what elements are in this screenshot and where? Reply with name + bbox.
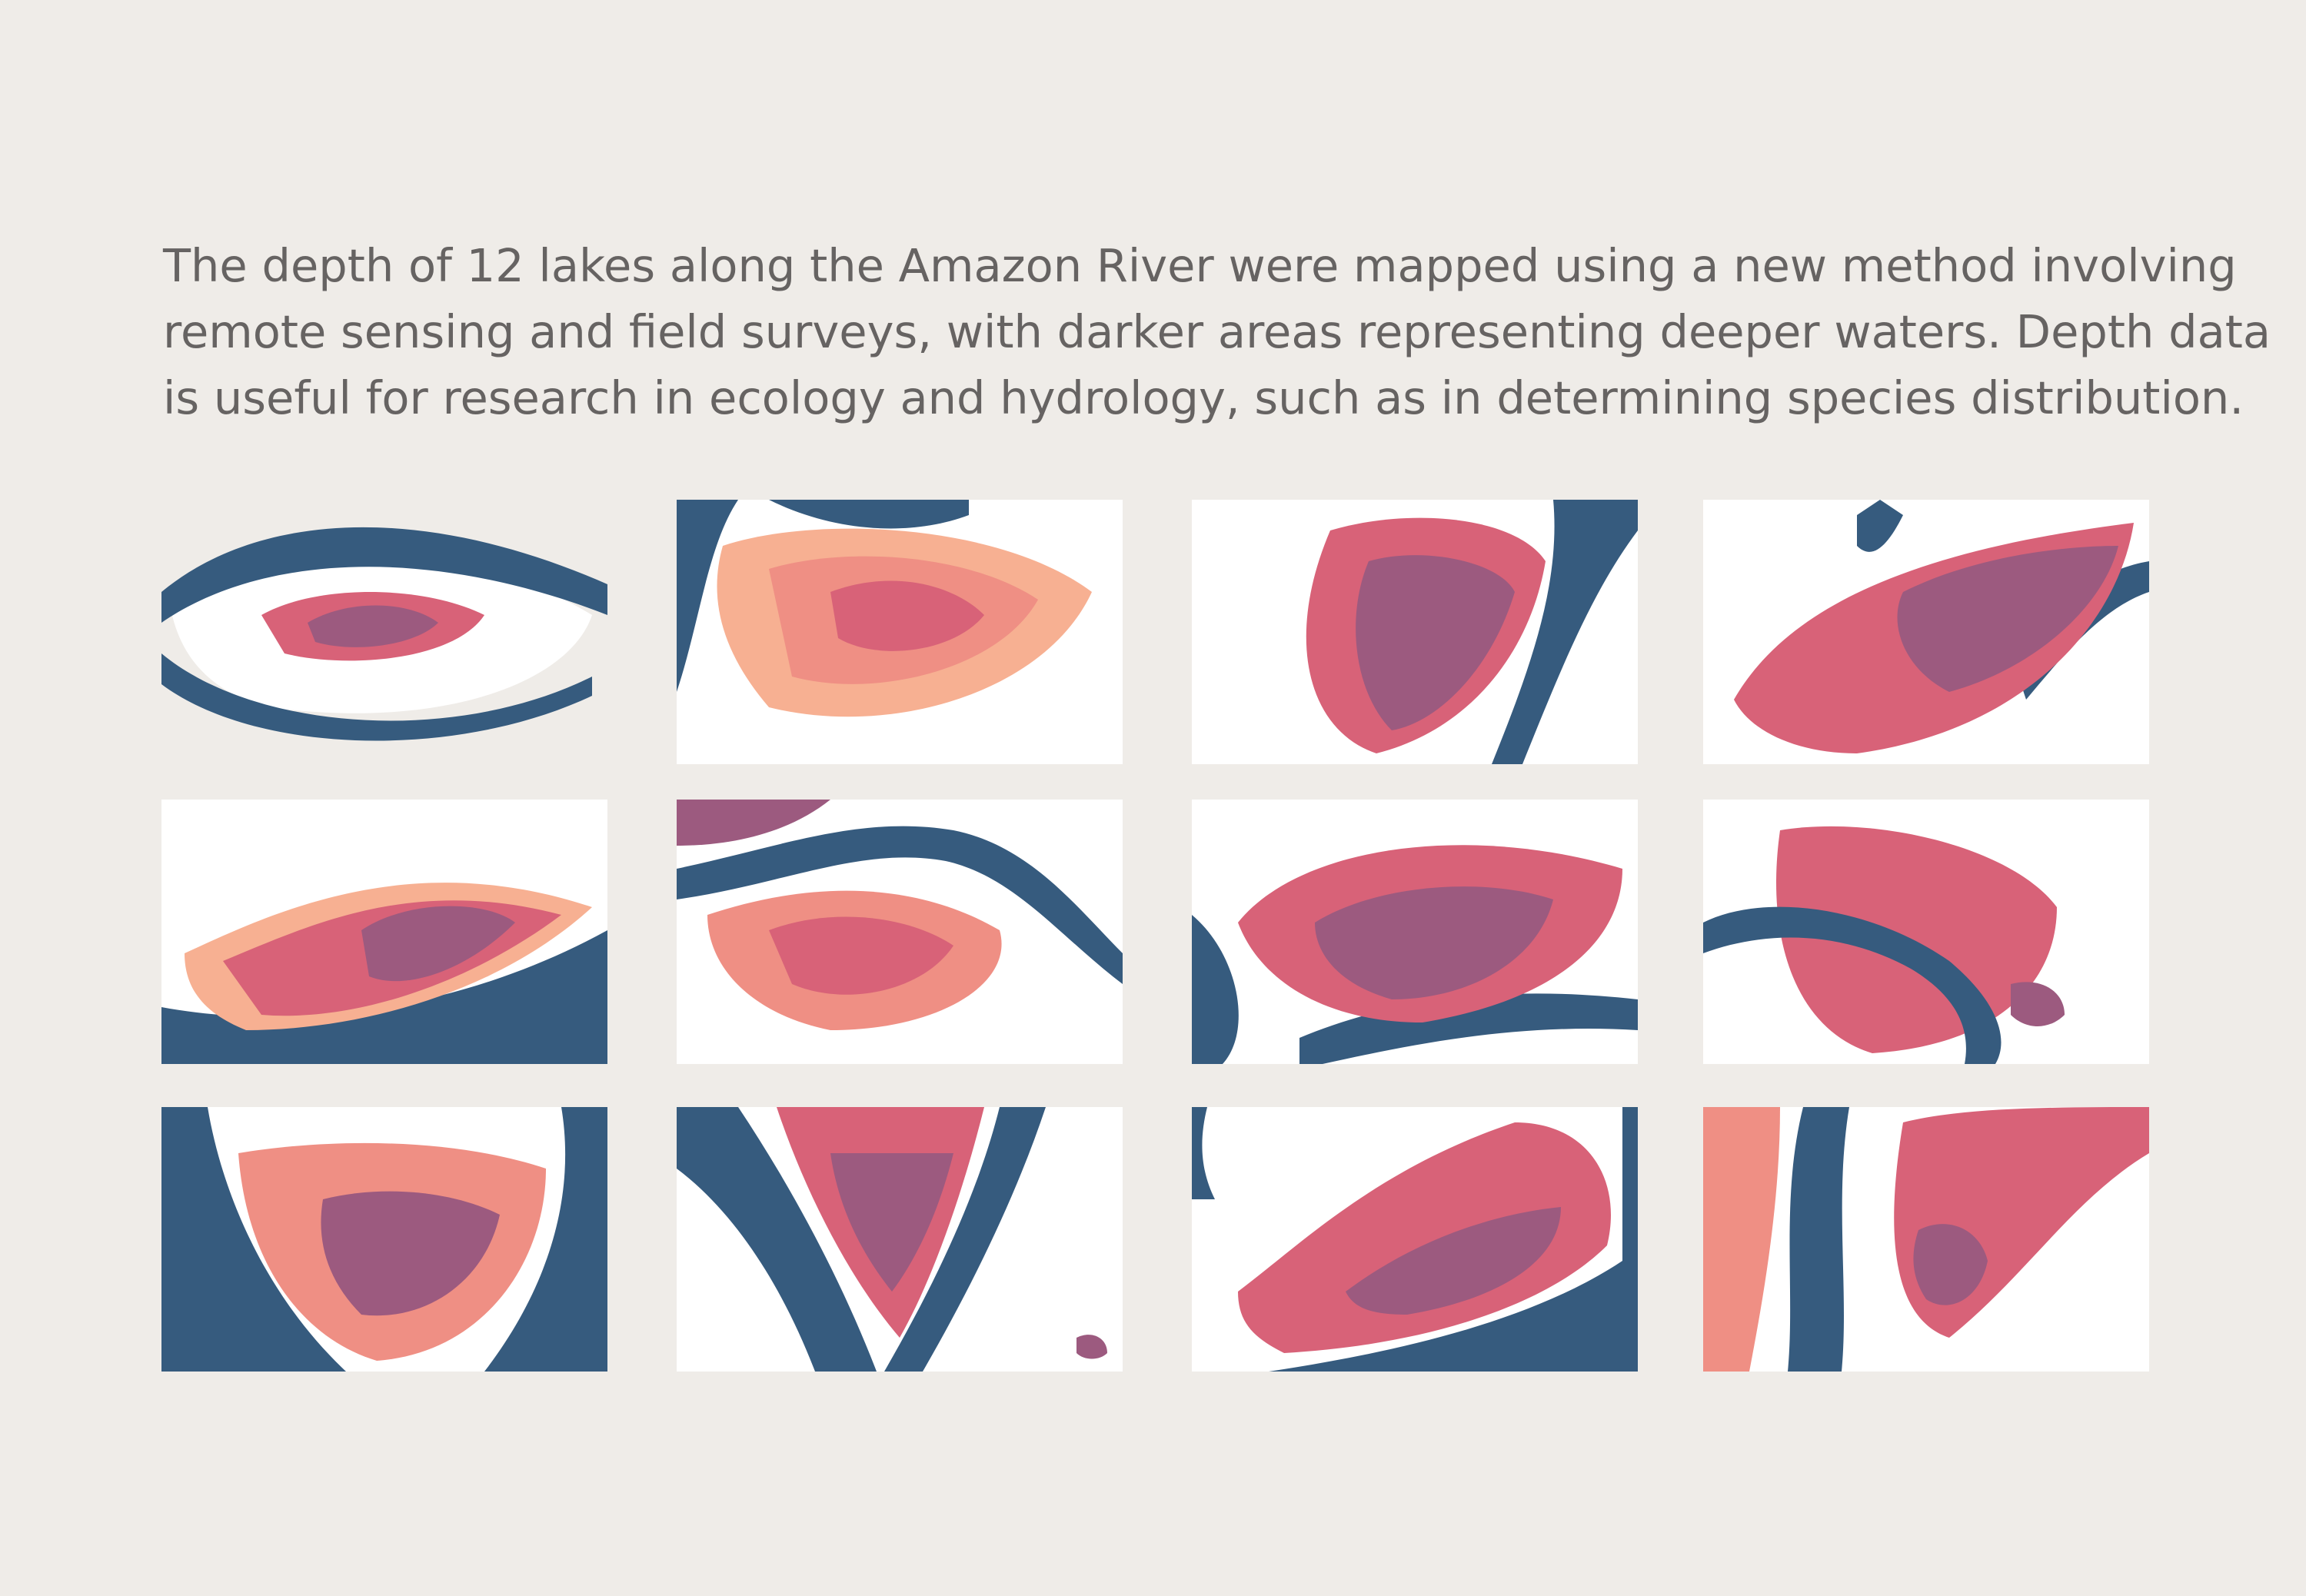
lake-map-12 bbox=[1703, 1107, 2149, 1372]
lake-map-10 bbox=[677, 1107, 1123, 1372]
lake-map-5 bbox=[161, 800, 607, 1064]
lake-8-svg bbox=[1703, 800, 2149, 1064]
lake-map-8 bbox=[1703, 800, 2149, 1064]
lake-5-svg bbox=[161, 800, 607, 1064]
lake-12-river bbox=[1788, 1107, 1849, 1372]
caption-line-2: remote sensing and field surveys, with d… bbox=[163, 305, 2271, 358]
lake-map-11 bbox=[1192, 1107, 1638, 1372]
lake-map-1 bbox=[161, 500, 607, 764]
lake-12-svg bbox=[1703, 1107, 2149, 1372]
page: The depth of 12 lakes along the Amazon R… bbox=[0, 0, 2306, 1596]
lake-map-3 bbox=[1192, 500, 1638, 764]
lake-4-svg bbox=[1703, 500, 2149, 764]
lake-3-svg bbox=[1192, 500, 1638, 764]
lake-map-6 bbox=[677, 800, 1123, 1064]
lake-7-svg bbox=[1192, 800, 1638, 1064]
lake-2-svg bbox=[677, 500, 1123, 764]
lake-10-svg bbox=[677, 1107, 1123, 1372]
lake-map-2 bbox=[677, 500, 1123, 764]
caption-line-3: is useful for research in ecology and hy… bbox=[163, 371, 2244, 424]
lake-1-svg bbox=[161, 527, 607, 741]
caption: The depth of 12 lakes along the Amazon R… bbox=[163, 233, 2271, 431]
lake-map-9 bbox=[161, 1107, 607, 1372]
lake-6-svg bbox=[677, 800, 1123, 1064]
lake-11-svg bbox=[1192, 1107, 1638, 1372]
lake-map-7 bbox=[1192, 800, 1638, 1064]
lake-9-svg bbox=[161, 1107, 607, 1372]
caption-line-1: The depth of 12 lakes along the Amazon R… bbox=[163, 239, 2237, 292]
lake-map-4 bbox=[1703, 500, 2149, 764]
